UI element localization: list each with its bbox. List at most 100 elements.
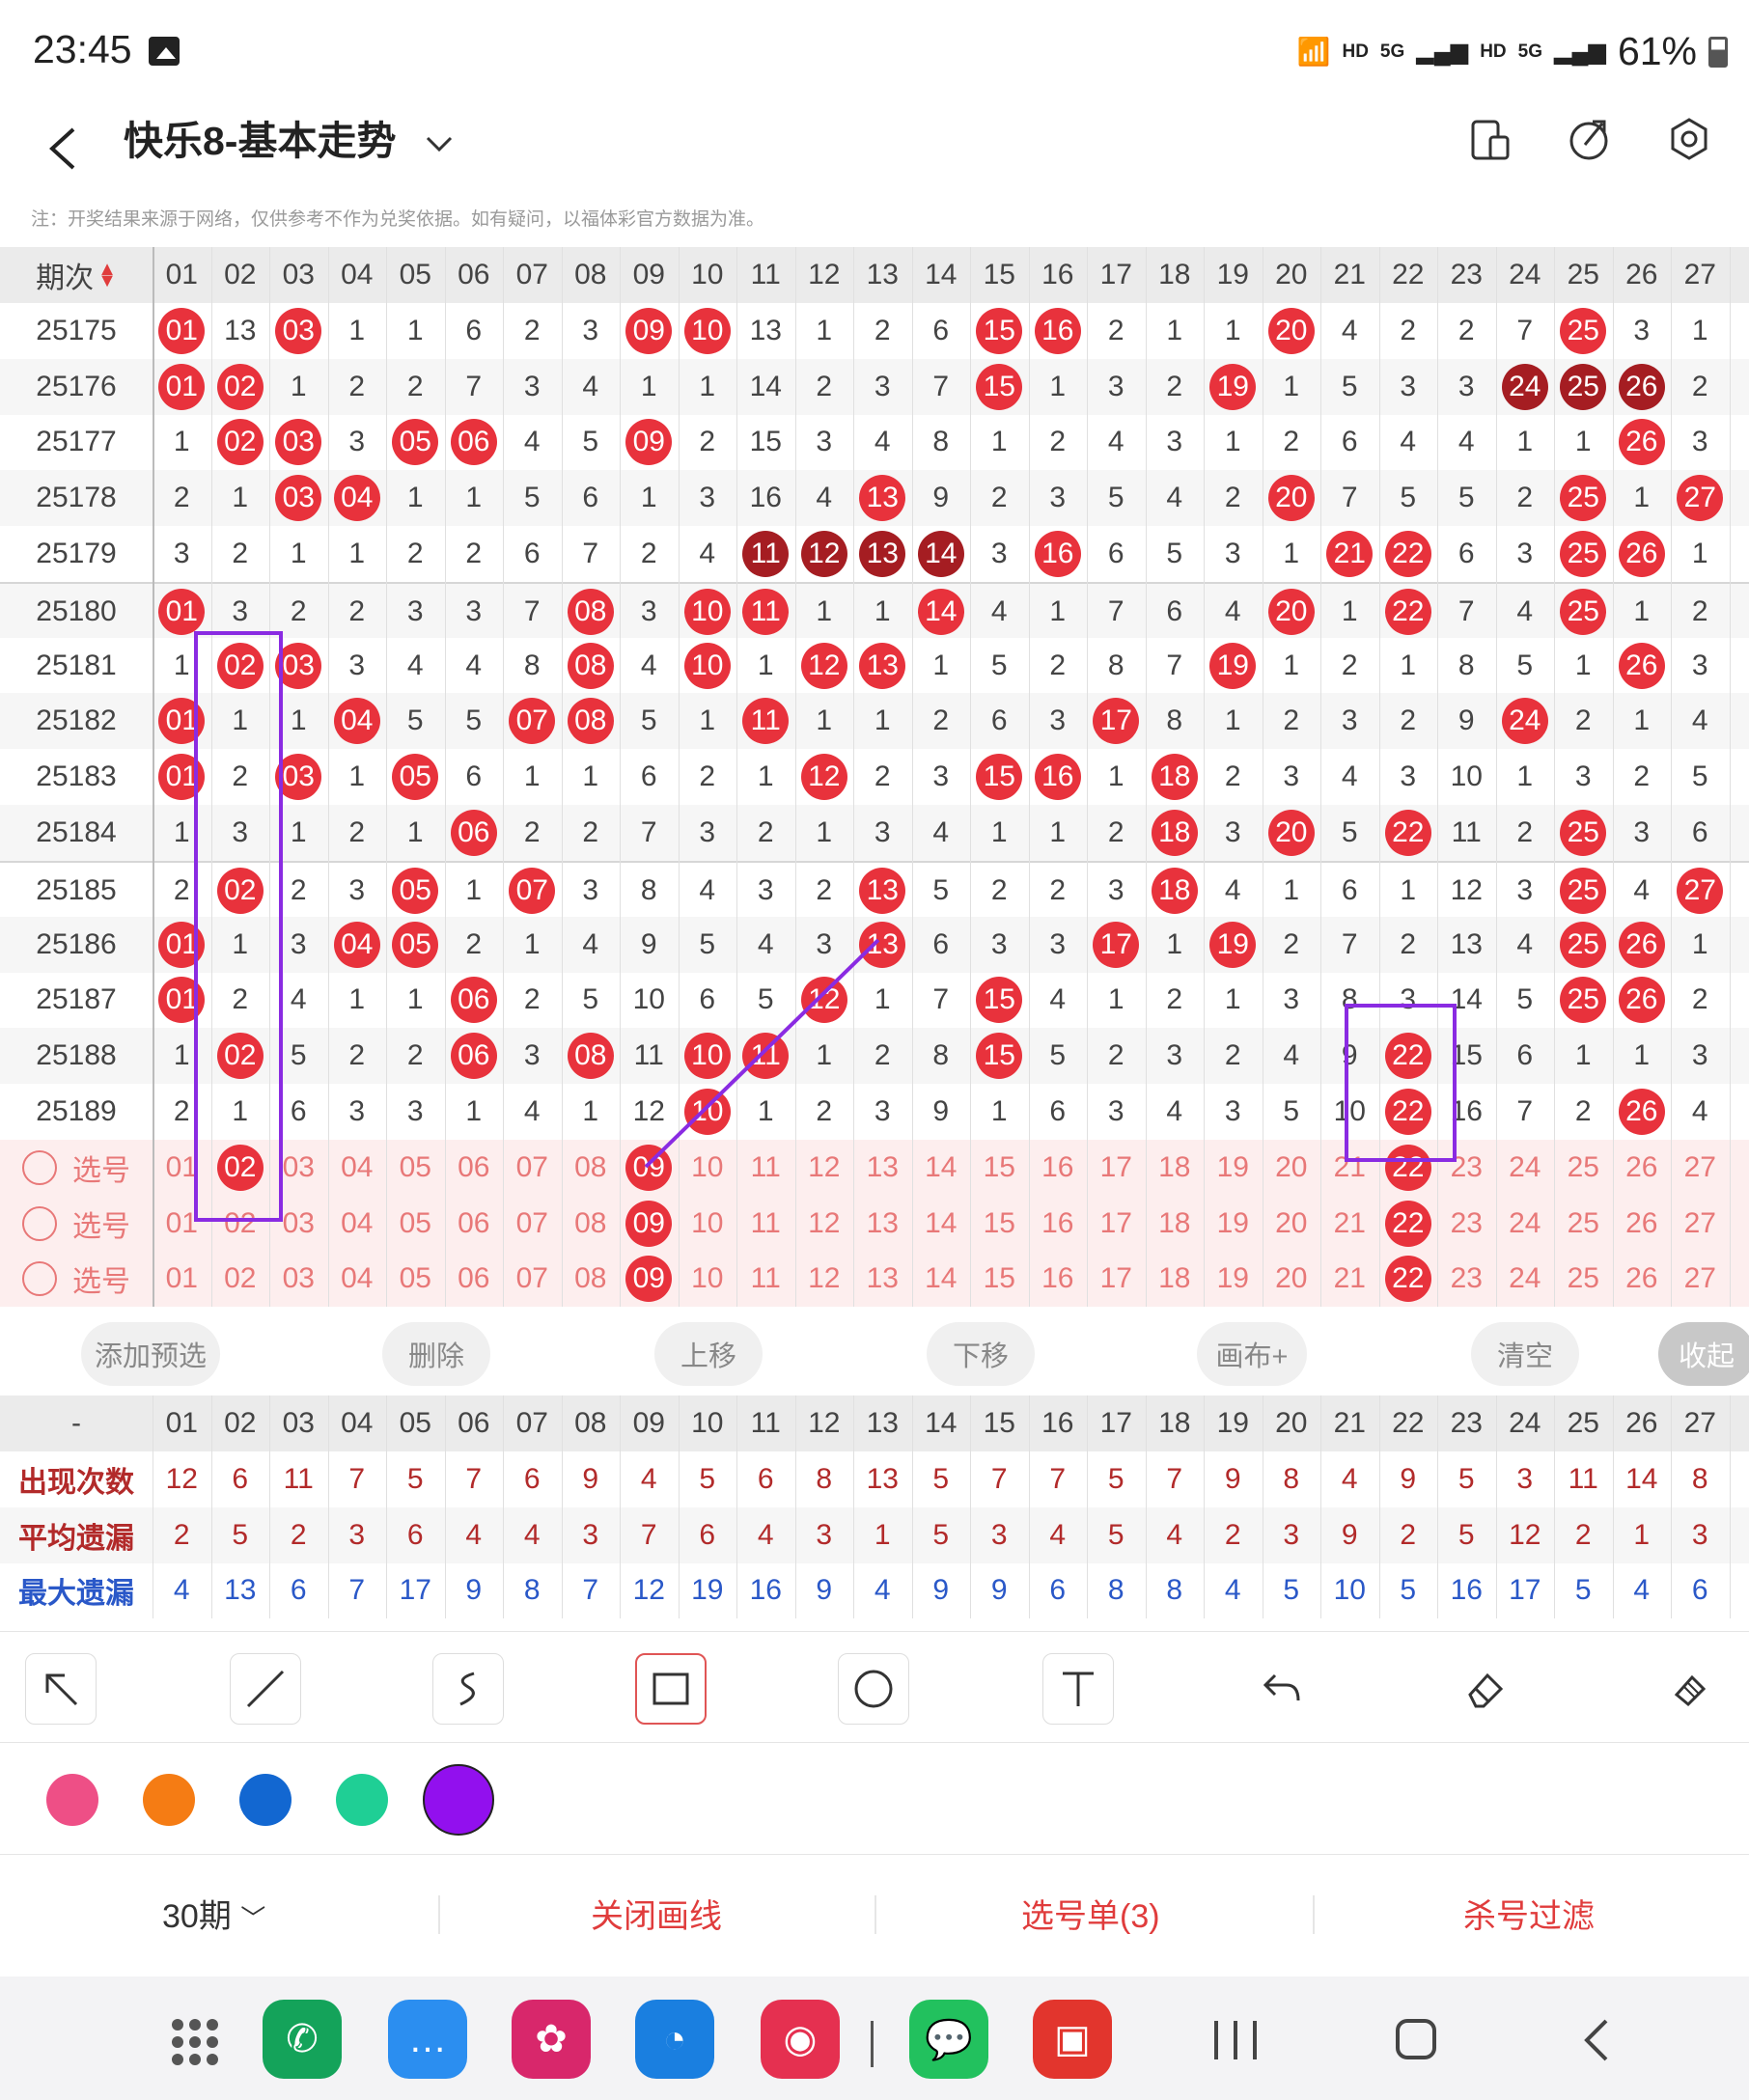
pick-number[interactable]: 11 <box>736 1251 795 1307</box>
move-up-button[interactable]: 上移 <box>654 1322 763 1386</box>
back-arrow-icon[interactable] <box>46 125 79 172</box>
pick-number[interactable]: 11 <box>736 1140 795 1196</box>
pick-number[interactable]: 15 <box>970 1196 1029 1252</box>
pick-number[interactable]: 20 <box>1263 1196 1321 1252</box>
pick-number[interactable]: 06 <box>445 1251 504 1307</box>
pick-number[interactable]: 10 <box>679 1140 737 1196</box>
pick-number[interactable]: 04 <box>328 1140 387 1196</box>
text-tool[interactable] <box>1042 1653 1114 1725</box>
home-icon[interactable] <box>1396 2019 1436 2059</box>
pick-number[interactable]: 15 <box>970 1140 1029 1196</box>
pick-number[interactable]: 12 <box>795 1251 854 1307</box>
color-orange-swatch[interactable] <box>143 1774 195 1826</box>
apps-grid-icon[interactable] <box>172 2019 218 2065</box>
add-preselect-button[interactable]: 添加预选 <box>81 1322 220 1386</box>
pick-number[interactable]: 27 <box>1671 1140 1730 1196</box>
pick-number[interactable]: 03 <box>269 1140 328 1196</box>
pick-number[interactable]: 18 <box>1146 1140 1205 1196</box>
pick-number[interactable]: 20 <box>1263 1251 1321 1307</box>
pick-number[interactable]: 03 <box>269 1196 328 1252</box>
pick-number[interactable]: 16 <box>1029 1196 1088 1252</box>
pick-number[interactable]: 27 <box>1671 1251 1730 1307</box>
recent-apps-icon[interactable] <box>1214 2021 1257 2059</box>
pick-number[interactable]: 25 <box>1554 1251 1613 1307</box>
pick-number[interactable]: 21 <box>1320 1251 1379 1307</box>
pick-number[interactable]: 23 <box>1437 1251 1496 1307</box>
color-pink-swatch[interactable] <box>46 1774 98 1826</box>
pick-number[interactable]: 12 <box>795 1140 854 1196</box>
phone-app-icon[interactable]: ✆ <box>263 2000 342 2079</box>
pick-number[interactable]: 01 <box>153 1196 211 1252</box>
pick-number[interactable]: 14 <box>912 1196 971 1252</box>
pick-number[interactable]: 14 <box>912 1251 971 1307</box>
pick-number[interactable]: 21 <box>1320 1140 1379 1196</box>
pick-number[interactable]: 14 <box>912 1140 971 1196</box>
notes-app-icon[interactable]: ▣ <box>1033 2000 1112 2079</box>
pick-number[interactable]: 24 <box>1496 1140 1555 1196</box>
circle-tool[interactable] <box>838 1653 909 1725</box>
pick-number[interactable]: 08 <box>562 1251 621 1307</box>
pick-number[interactable]: 17 <box>1087 1251 1146 1307</box>
radio-circle-icon[interactable] <box>22 1261 57 1297</box>
pick-number[interactable]: 03 <box>269 1251 328 1307</box>
pick-number-selected[interactable]: 09 <box>620 1140 679 1196</box>
back-nav-icon[interactable] <box>1581 2017 1610 2063</box>
pick-number[interactable]: 10 <box>679 1196 737 1252</box>
pick-number-selected[interactable]: 22 <box>1379 1251 1438 1307</box>
pick-number[interactable]: 19 <box>1204 1251 1263 1307</box>
fold-phone-icon[interactable] <box>1461 110 1519 168</box>
color-purple-swatch-selected[interactable] <box>423 1764 494 1836</box>
messages-app-icon[interactable]: … <box>388 2000 467 2079</box>
clear-button[interactable]: 清空 <box>1471 1322 1579 1386</box>
pick-number-selected[interactable]: 02 <box>211 1140 270 1196</box>
pick-number[interactable]: 13 <box>853 1251 912 1307</box>
pick-number[interactable]: 17 <box>1087 1196 1146 1252</box>
pick-number[interactable]: 13 <box>853 1140 912 1196</box>
radio-circle-icon[interactable] <box>22 1149 57 1185</box>
pick-row-label[interactable]: 选号 <box>0 1251 153 1307</box>
pick-list-button[interactable]: 选号单(3) <box>1021 1890 1160 1937</box>
pick-number[interactable]: 20 <box>1263 1140 1321 1196</box>
eraser-tool[interactable] <box>1450 1653 1521 1725</box>
pick-number[interactable]: 26 <box>1613 1251 1672 1307</box>
flower-app-icon[interactable]: ✿ <box>512 2000 591 2079</box>
pick-number[interactable]: 05 <box>386 1196 445 1252</box>
pick-number[interactable]: 19 <box>1204 1140 1263 1196</box>
period-header[interactable]: 期次 ▲ ▼ <box>0 247 153 303</box>
clear-drawings-tool[interactable] <box>1654 1653 1726 1725</box>
pick-number[interactable]: 05 <box>386 1251 445 1307</box>
camera-app-icon[interactable]: ◉ <box>761 2000 840 2079</box>
collapse-button[interactable]: 收起 <box>1658 1322 1749 1386</box>
pick-number[interactable]: 25 <box>1554 1196 1613 1252</box>
pick-number[interactable]: 18 <box>1146 1196 1205 1252</box>
pick-number-selected[interactable]: 22 <box>1379 1196 1438 1252</box>
pick-number[interactable]: 02 <box>211 1196 270 1252</box>
select-arrow-tool[interactable] <box>25 1653 97 1725</box>
kill-filter-button[interactable]: 杀号过滤 <box>1463 1890 1595 1937</box>
pick-number[interactable]: 02 <box>211 1251 270 1307</box>
pick-number[interactable]: 07 <box>503 1196 562 1252</box>
pick-number[interactable]: 23 <box>1437 1140 1496 1196</box>
pick-number-selected[interactable]: 09 <box>620 1251 679 1307</box>
pick-number[interactable]: 19 <box>1204 1196 1263 1252</box>
pick-number[interactable]: 16 <box>1029 1251 1088 1307</box>
pick-row-label[interactable]: 选号 <box>0 1196 153 1252</box>
pick-number[interactable]: 06 <box>445 1196 504 1252</box>
pick-number[interactable]: 07 <box>503 1251 562 1307</box>
color-green-swatch[interactable] <box>336 1774 388 1826</box>
gaode-map-app-icon[interactable]: ◔ <box>635 2000 714 2079</box>
pick-number[interactable]: 24 <box>1496 1251 1555 1307</box>
undo-tool[interactable] <box>1247 1653 1319 1725</box>
chevron-down-icon[interactable] <box>425 135 454 154</box>
pick-number[interactable]: 12 <box>795 1196 854 1252</box>
pick-number[interactable]: 26 <box>1613 1196 1672 1252</box>
share-icon[interactable] <box>1560 110 1618 168</box>
pick-number[interactable]: 05 <box>386 1140 445 1196</box>
rectangle-tool[interactable] <box>635 1653 707 1725</box>
freehand-tool[interactable] <box>432 1653 504 1725</box>
pick-number[interactable]: 15 <box>970 1251 1029 1307</box>
pick-number[interactable]: 08 <box>562 1196 621 1252</box>
move-down-button[interactable]: 下移 <box>927 1322 1035 1386</box>
pick-number-selected[interactable]: 22 <box>1379 1140 1438 1196</box>
close-line-button[interactable]: 关闭画线 <box>591 1890 722 1937</box>
